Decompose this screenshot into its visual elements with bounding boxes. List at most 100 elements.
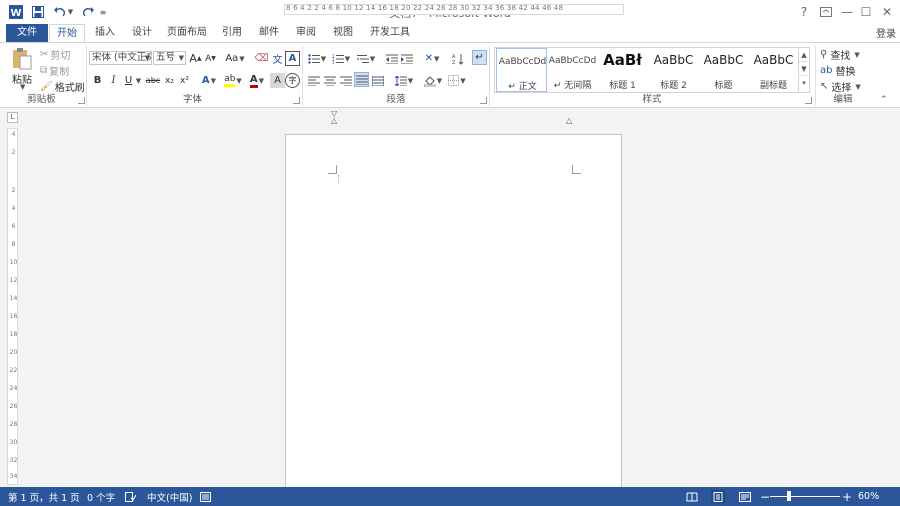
italic-button[interactable]: I (106, 73, 121, 88)
enclose-characters-icon[interactable]: 字 (285, 73, 300, 88)
tab-page-layout[interactable]: 页面布局 (162, 24, 212, 42)
numbering-icon[interactable]: 1 2 3 ▼ (330, 51, 352, 66)
paste-dropdown-icon[interactable]: ▼ (19, 83, 25, 91)
read-mode-icon[interactable] (685, 490, 699, 503)
group-separator (489, 46, 490, 106)
document-page[interactable] (285, 134, 622, 489)
web-layout-icon[interactable] (738, 490, 752, 503)
grow-font-label: A (189, 52, 197, 65)
tab-file[interactable]: 文件 (6, 24, 48, 42)
subscript-button[interactable]: x₂ (162, 73, 177, 88)
copy-icon: ⧉ (40, 65, 48, 76)
align-right-icon[interactable] (338, 73, 353, 88)
style-no-spacing[interactable]: AaBbCcDd ↵ 无间隔 (547, 48, 598, 92)
tab-view[interactable]: 视图 (326, 24, 360, 42)
ruler-tick: 6 (11, 223, 16, 230)
change-case-label: Aa (225, 53, 239, 64)
line-spacing-icon[interactable]: ▼ (392, 73, 416, 88)
zoom-level[interactable]: 60% (858, 490, 879, 503)
tab-references[interactable]: 引用 (215, 24, 249, 42)
page-count[interactable]: 第 1 页，共 1 页 (8, 490, 80, 504)
style-subtitle[interactable]: AaBbC 副标题 (748, 48, 799, 92)
sort-icon[interactable]: AZ (450, 51, 466, 66)
underline-dropdown-icon[interactable]: ▼ (134, 73, 142, 88)
paragraph-launcher-icon[interactable] (480, 97, 487, 104)
style-title[interactable]: AaBbC 标题 (698, 48, 749, 92)
decrease-indent-icon[interactable] (384, 51, 399, 66)
borders-icon[interactable]: ▼ (446, 73, 468, 88)
gallery-down-icon[interactable]: ▼ (799, 62, 809, 76)
styles-group-label: 样式 (642, 94, 662, 105)
font-color-label: A (249, 74, 258, 88)
ribbon-display-options-icon[interactable] (815, 3, 837, 21)
character-shading-icon[interactable]: A (270, 73, 285, 88)
highlight-icon[interactable]: ab ▼ (222, 73, 244, 88)
multilevel-list-icon[interactable]: ▼ (354, 51, 378, 66)
styles-launcher-icon[interactable] (805, 97, 812, 104)
font-size-combo[interactable]: 五号 ▼ (153, 51, 186, 65)
align-center-icon[interactable] (322, 73, 337, 88)
tab-design[interactable]: 设计 (125, 24, 159, 42)
style-heading-1[interactable]: AaBł 标题 1 (597, 48, 648, 92)
clipboard-launcher-icon[interactable] (78, 97, 85, 104)
zoom-slider-thumb[interactable] (787, 491, 792, 501)
vertical-ruler[interactable]: 4 2 2 4 6 8 10 12 14 16 18 20 22 24 26 2… (7, 128, 18, 485)
style-heading-2[interactable]: AaBbC 标题 2 (648, 48, 699, 92)
zoom-in-icon[interactable]: + (842, 490, 852, 504)
gallery-up-icon[interactable]: ▲ (799, 48, 809, 62)
tab-insert[interactable]: 插入 (88, 24, 122, 42)
align-left-icon[interactable] (306, 73, 321, 88)
copy-button[interactable]: ⧉ 复制 (40, 63, 69, 78)
tab-mailings[interactable]: 邮件 (252, 24, 286, 42)
macro-recording-icon[interactable] (200, 490, 211, 503)
font-name-value: 宋体 (中文正文 (92, 52, 152, 63)
right-indent-icon[interactable]: △ (566, 116, 572, 125)
signin-link[interactable]: 登录 (876, 25, 896, 40)
zoom-slider[interactable] (770, 496, 840, 497)
show-marks-icon[interactable]: ↵ (472, 50, 487, 65)
font-name-combo[interactable]: 宋体 (中文正文 ▼ (89, 51, 152, 65)
print-layout-icon[interactable] (711, 490, 725, 503)
language-indicator[interactable]: 中文(中国) (147, 490, 192, 504)
text-effects-icon[interactable]: A ▼ (198, 73, 220, 88)
style-normal[interactable]: AaBbCcDd ↵ 正文 (496, 48, 547, 92)
clear-formatting-icon[interactable]: ⌫ (254, 51, 269, 66)
replace-button[interactable]: ab 替换 (820, 63, 855, 78)
superscript-button[interactable]: x² (177, 73, 192, 88)
font-launcher-icon[interactable] (293, 97, 300, 104)
strikethrough-button[interactable]: abc (145, 73, 161, 88)
grow-font-icon[interactable]: A ▲ (188, 51, 203, 66)
proofing-icon[interactable] (125, 490, 136, 503)
tab-review[interactable]: 审阅 (289, 24, 323, 42)
shading-icon[interactable]: ▼ (422, 73, 444, 88)
font-color-icon[interactable]: A ▼ (246, 73, 268, 88)
bullets-icon[interactable]: ▼ (306, 51, 328, 66)
paste-icon[interactable] (10, 47, 34, 71)
gallery-more-icon[interactable]: ▾ (799, 76, 809, 90)
chinese-layout-icon[interactable]: ✕ ▼ (420, 51, 444, 66)
vertical-scrollbar[interactable] (890, 126, 900, 487)
word-count[interactable]: 0 个字 (87, 490, 115, 504)
bold-button[interactable]: B (90, 73, 105, 88)
tab-home[interactable]: 开始 (49, 24, 85, 43)
paragraph-group-label: 段落 (386, 94, 406, 105)
find-button[interactable]: ⚲ 查找 ▼ (820, 47, 860, 62)
help-button[interactable]: ? (793, 3, 815, 21)
tab-selector-icon[interactable]: L (7, 112, 18, 123)
change-case-icon[interactable]: Aa ▼ (224, 51, 246, 66)
justify-icon[interactable] (354, 72, 369, 87)
increase-indent-icon[interactable] (399, 51, 414, 66)
maximize-button[interactable]: ☐ (855, 3, 877, 21)
tab-developer[interactable]: 开发工具 (363, 24, 417, 42)
distributed-icon[interactable] (370, 73, 385, 88)
shrink-font-icon[interactable]: A ▼ (203, 51, 218, 66)
zoom-out-icon[interactable]: − (760, 490, 770, 504)
phonetic-guide-icon[interactable]: 文 (270, 51, 285, 66)
cut-button[interactable]: ✂ 剪切 (40, 47, 70, 62)
collapse-ribbon-icon[interactable]: ⌃ (880, 95, 888, 105)
style-preview: AaBł (603, 51, 642, 69)
character-border-icon[interactable]: A (285, 51, 300, 66)
hanging-indent-icon[interactable]: △ (331, 116, 337, 125)
close-button[interactable]: ✕ (876, 3, 898, 21)
chevron-down-icon: ▼ (144, 54, 150, 62)
